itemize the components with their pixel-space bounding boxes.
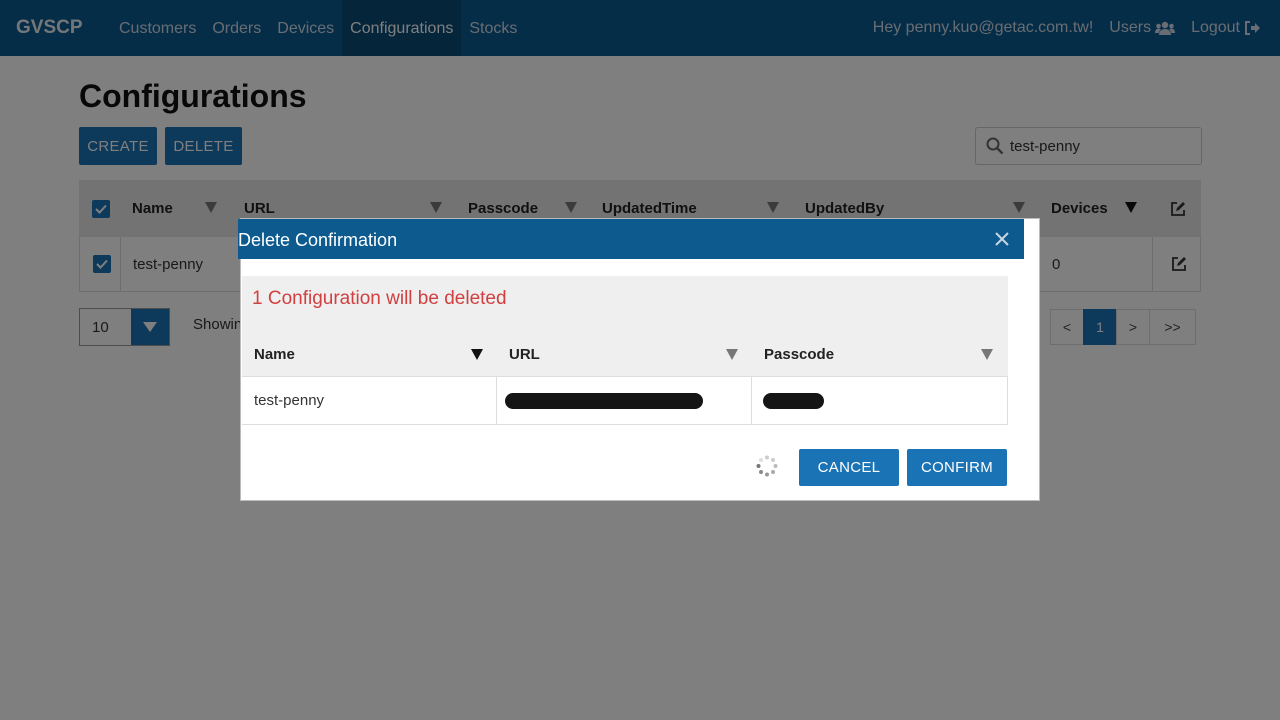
dialog-table-row: test-penny <box>242 376 1008 425</box>
sort-icon[interactable] <box>981 349 993 360</box>
redacted-passcode <box>763 393 824 409</box>
dialog-header: Delete Confirmation <box>238 219 1024 259</box>
cancel-button[interactable]: CANCEL <box>799 449 899 486</box>
sort-icon[interactable] <box>471 349 483 360</box>
redacted-url <box>505 393 703 409</box>
dialog-row-name: test-penny <box>254 392 325 409</box>
close-icon[interactable] <box>990 227 1014 251</box>
dialog-title: Delete Confirmation <box>238 230 398 250</box>
dialog-header-passcode[interactable]: Passcode <box>764 333 834 376</box>
dialog-header-name[interactable]: Name <box>254 333 295 376</box>
spinner-icon <box>756 455 778 477</box>
delete-warning-message: 1 Configuration will be deleted <box>252 288 507 309</box>
delete-confirmation-dialog: Delete Confirmation 1 Configuration will… <box>238 218 1040 501</box>
confirm-button[interactable]: CONFIRM <box>907 449 1007 486</box>
sort-icon[interactable] <box>726 349 738 360</box>
dialog-header-url[interactable]: URL <box>509 333 540 376</box>
dialog-table-header: Name URL Passcode <box>241 333 1007 376</box>
column-divider <box>751 377 752 424</box>
column-divider <box>496 377 497 424</box>
